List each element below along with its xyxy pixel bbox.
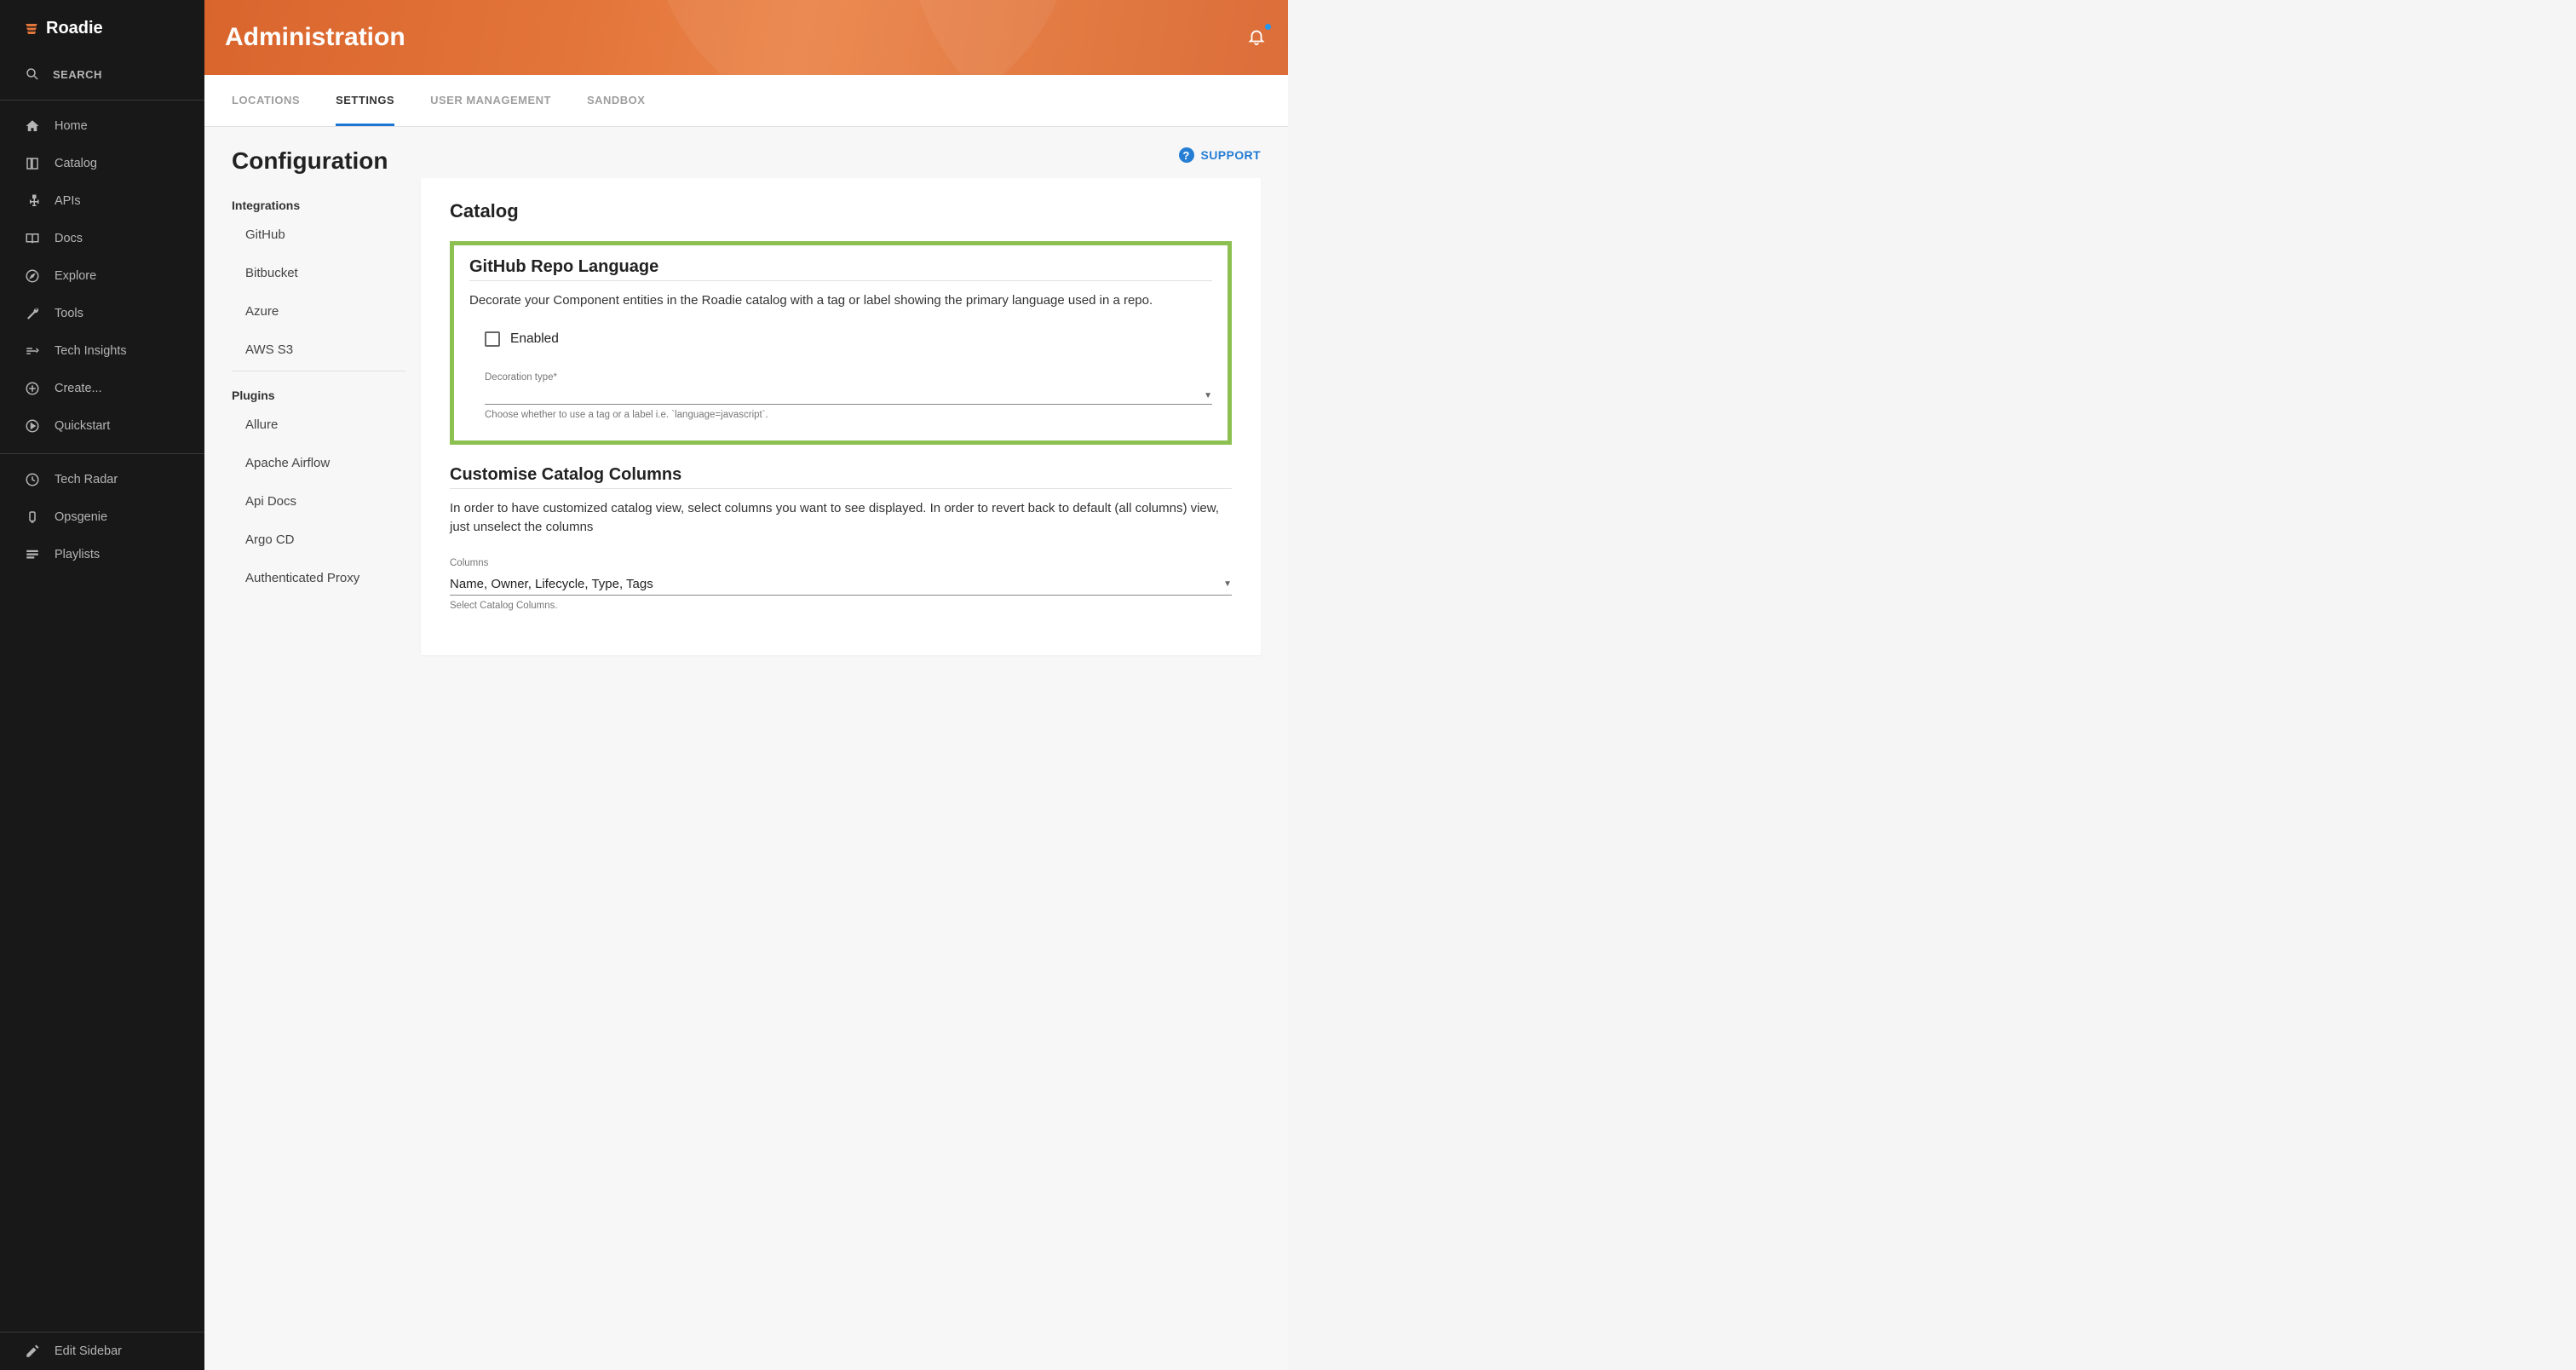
catalog-icon (24, 155, 41, 172)
sidebar-item-home[interactable]: Home (0, 107, 204, 145)
sidebar-item-label: Quickstart (55, 419, 110, 433)
settings-item-api-docs[interactable]: Api Docs (232, 482, 405, 521)
sidebar: Roadie SEARCH Home Catalog APIs (0, 0, 204, 1370)
brand[interactable]: Roadie (0, 0, 204, 54)
settings-item-argo-cd[interactable]: Argo CD (232, 521, 405, 559)
chevron-down-icon: ▼ (1204, 391, 1212, 400)
sidebar-item-label: Create... (55, 382, 102, 395)
sidebar-item-catalog[interactable]: Catalog (0, 145, 204, 182)
github-repo-language-section: GitHub Repo Language Decorate your Compo… (450, 241, 1232, 445)
settings-item-apache-airflow[interactable]: Apache Airflow (232, 444, 405, 482)
sidebar-item-apis[interactable]: APIs (0, 182, 204, 220)
sidebar-item-explore[interactable]: Explore (0, 257, 204, 295)
settings-item-aws-s3[interactable]: AWS S3 (232, 331, 405, 369)
settings-item-azure[interactable]: Azure (232, 292, 405, 331)
tab-user-management[interactable]: USER MANAGEMENT (430, 75, 551, 126)
create-icon (24, 380, 41, 397)
sidebar-item-tools[interactable]: Tools (0, 295, 204, 332)
sidebar-item-label: Explore (55, 269, 96, 283)
select-value: Name, Owner, Lifecycle, Type, Tags (450, 577, 653, 591)
sidebar-item-label: Home (55, 119, 88, 133)
edit-sidebar-button[interactable]: Edit Sidebar (0, 1333, 204, 1370)
sidebar-item-tech-insights[interactable]: Tech Insights (0, 332, 204, 370)
section-desc: In order to have customized catalog view… (450, 499, 1232, 538)
insights-icon (24, 342, 41, 360)
field-label: Decoration type* (485, 372, 1212, 383)
sidebar-item-label: Playlists (55, 548, 100, 561)
search-icon (24, 66, 41, 83)
tools-icon (24, 305, 41, 322)
divider (0, 453, 204, 454)
tab-settings[interactable]: SETTINGS (336, 75, 394, 126)
sidebar-item-quickstart[interactable]: Quickstart (0, 407, 204, 445)
sidebar-item-tech-radar[interactable]: Tech Radar (0, 461, 204, 498)
sidebar-item-label: APIs (55, 194, 81, 208)
section-title: GitHub Repo Language (469, 257, 1212, 281)
decoration-type-select[interactable]: ▼ (485, 386, 1212, 405)
content: Configuration ? SUPPORT Integrations Git… (204, 127, 1288, 1370)
field-helper: Choose whether to use a tag or a label i… (485, 410, 1212, 420)
settings-group-title: Plugins (232, 389, 405, 402)
clock-icon (24, 471, 41, 488)
settings-item-authenticated-proxy[interactable]: Authenticated Proxy (232, 559, 405, 597)
sidebar-nav: Home Catalog APIs Docs Explore Tools (0, 107, 204, 1332)
page-title: Configuration (232, 147, 388, 175)
bell-icon (1247, 27, 1266, 46)
sidebar-footer: Edit Sidebar (0, 1332, 204, 1370)
sidebar-item-label: Edit Sidebar (55, 1344, 122, 1358)
sidebar-item-label: Tech Radar (55, 473, 118, 486)
tab-sandbox[interactable]: SANDBOX (587, 75, 646, 126)
settings-item-allure[interactable]: Allure (232, 406, 405, 444)
sidebar-item-label: Tech Insights (55, 344, 127, 358)
enabled-checkbox[interactable] (485, 331, 500, 347)
opsgenie-icon (24, 509, 41, 526)
sidebar-item-playlists[interactable]: Playlists (0, 536, 204, 573)
panel: Catalog GitHub Repo Language Decorate yo… (421, 178, 1261, 655)
field-label: Columns (450, 558, 1232, 568)
sidebar-item-docs[interactable]: Docs (0, 220, 204, 257)
panel-title: Catalog (450, 200, 1232, 222)
brand-logo-icon (24, 21, 39, 37)
divider (0, 100, 204, 101)
columns-select[interactable]: Name, Owner, Lifecycle, Type, Tags ▼ (450, 572, 1232, 596)
sidebar-item-opsgenie[interactable]: Opsgenie (0, 498, 204, 536)
section-desc: Decorate your Component entities in the … (469, 291, 1212, 311)
section-title: Customise Catalog Columns (450, 465, 1232, 489)
search-button[interactable]: SEARCH (0, 54, 204, 96)
sidebar-item-label: Tools (55, 307, 83, 320)
search-label: SEARCH (53, 68, 102, 81)
customise-columns-section: Customise Catalog Columns In order to ha… (450, 465, 1232, 611)
settings-item-github[interactable]: GitHub (232, 216, 405, 254)
chevron-down-icon: ▼ (1223, 579, 1232, 589)
tab-locations[interactable]: LOCATIONS (232, 75, 300, 126)
checkbox-label: Enabled (510, 331, 559, 347)
notification-dot (1265, 24, 1271, 30)
docs-icon (24, 230, 41, 247)
apis-icon (24, 193, 41, 210)
brand-name: Roadie (46, 19, 103, 38)
home-icon (24, 118, 41, 135)
sidebar-item-label: Docs (55, 232, 83, 245)
notifications-button[interactable] (1247, 27, 1268, 48)
main: Administration LOCATIONS SETTINGS USER M… (204, 0, 1288, 1370)
sidebar-item-create[interactable]: Create... (0, 370, 204, 407)
quickstart-icon (24, 417, 41, 435)
sidebar-item-label: Opsgenie (55, 510, 107, 524)
settings-item-bitbucket[interactable]: Bitbucket (232, 254, 405, 292)
sidebar-item-label: Catalog (55, 157, 97, 170)
field-helper: Select Catalog Columns. (450, 601, 1232, 611)
header: Administration (204, 0, 1288, 75)
explore-icon (24, 268, 41, 285)
page-header-title: Administration (225, 23, 405, 52)
settings-nav: Integrations GitHub Bitbucket Azure AWS … (232, 178, 405, 655)
playlists-icon (24, 546, 41, 563)
settings-group-title: Integrations (232, 199, 405, 212)
edit-icon (24, 1343, 41, 1360)
